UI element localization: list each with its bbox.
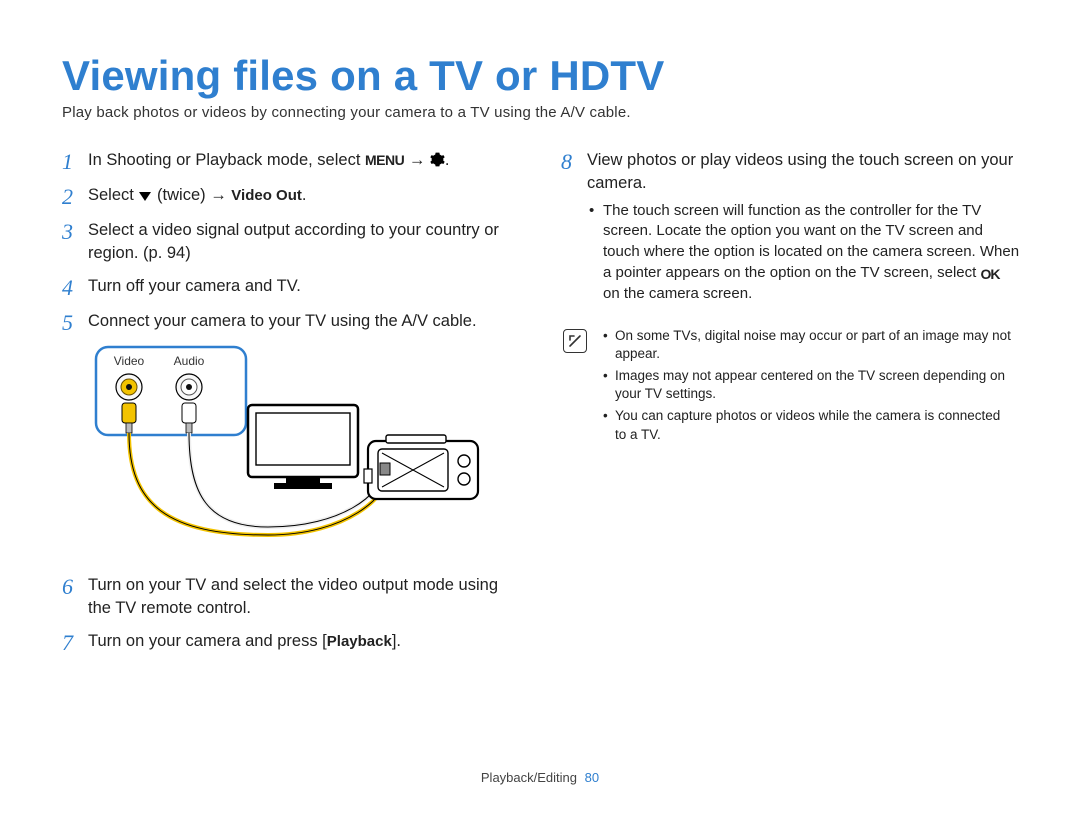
step-6: 6 Turn on your TV and select the video o… <box>62 574 521 620</box>
content-columns: 1 In Shooting or Playback mode, select M… <box>62 149 1020 665</box>
step-5: 5 Connect your camera to your TV using t… <box>62 310 521 335</box>
step-number: 5 <box>62 310 88 335</box>
note-item: On some TVs, digital noise may occur or … <box>615 327 1014 363</box>
step-number: 8 <box>561 149 587 174</box>
step-4: 4 Turn off your camera and TV. <box>62 275 521 300</box>
step-number: 6 <box>62 574 88 599</box>
step-text: View photos or play videos using the tou… <box>587 151 1013 192</box>
video-label: Video <box>114 354 145 368</box>
note-box: On some TVs, digital noise may occur or … <box>561 323 1020 452</box>
step-7: 7 Turn on your camera and press [Playbac… <box>62 630 521 655</box>
step-body: Select a video signal output according t… <box>88 219 521 265</box>
note-item: Images may not appear centered on the TV… <box>615 367 1014 403</box>
step-1: 1 In Shooting or Playback mode, select M… <box>62 149 521 174</box>
chevron-down-icon <box>138 186 152 204</box>
step-body: Select (twice) → Video Out. <box>88 184 521 207</box>
right-column: 8 View photos or play videos using the t… <box>561 149 1020 665</box>
step-body: Connect your camera to your TV using the… <box>88 310 521 333</box>
manual-page: Viewing files on a TV or HDTV Play back … <box>0 0 1080 815</box>
step-text: Turn on your camera and press [ <box>88 632 327 650</box>
step-number: 7 <box>62 630 88 655</box>
ok-icon: OK <box>980 266 999 282</box>
step-2: 2 Select (twice) → Video Out. <box>62 184 521 209</box>
page-footer: Playback/Editing 80 <box>0 770 1080 785</box>
menu-icon: MENU <box>365 152 404 168</box>
step-number: 1 <box>62 149 88 174</box>
sub-bullet: The touch screen will function as the co… <box>603 201 1020 305</box>
step-number: 3 <box>62 219 88 244</box>
footer-section: Playback/Editing <box>481 770 577 785</box>
page-subtitle: Play back photos or videos by connecting… <box>62 104 1020 121</box>
gear-icon <box>430 151 445 169</box>
step-body: Turn off your camera and TV. <box>88 275 521 298</box>
step-number: 2 <box>62 184 88 209</box>
av-cable-diagram: Video Audio <box>88 345 521 562</box>
step-text: ]. <box>392 632 401 650</box>
step-sub-bullets: The touch screen will function as the co… <box>587 201 1020 305</box>
step-text: In Shooting or Playback mode, select <box>88 151 365 169</box>
audio-label: Audio <box>174 354 205 368</box>
left-column: 1 In Shooting or Playback mode, select M… <box>62 149 521 665</box>
sub-bullet-text: on the camera screen. <box>603 285 752 302</box>
footer-page-number: 80 <box>585 770 599 785</box>
step-bold: Video Out <box>231 187 302 204</box>
step-text: . <box>445 151 450 169</box>
step-text: Select <box>88 186 138 204</box>
step-number: 4 <box>62 275 88 300</box>
step-body: View photos or play videos using the tou… <box>587 149 1020 307</box>
step-body: In Shooting or Playback mode, select MEN… <box>88 149 521 172</box>
note-list: On some TVs, digital noise may occur or … <box>601 327 1014 448</box>
sub-bullet-text: The touch screen will function as the co… <box>603 202 1019 281</box>
step-text: . <box>302 186 307 204</box>
step-body: Turn on your camera and press [Playback]… <box>88 630 521 653</box>
note-icon <box>563 329 587 353</box>
step-8: 8 View photos or play videos using the t… <box>561 149 1020 307</box>
note-item: You can capture photos or videos while t… <box>615 407 1014 443</box>
step-text: (twice) → <box>152 186 231 204</box>
arrow-icon: → <box>404 151 430 169</box>
step-3: 3 Select a video signal output according… <box>62 219 521 265</box>
step-body: Turn on your TV and select the video out… <box>88 574 521 620</box>
step-bold: Playback <box>327 633 392 650</box>
page-title: Viewing files on a TV or HDTV <box>62 52 1020 100</box>
